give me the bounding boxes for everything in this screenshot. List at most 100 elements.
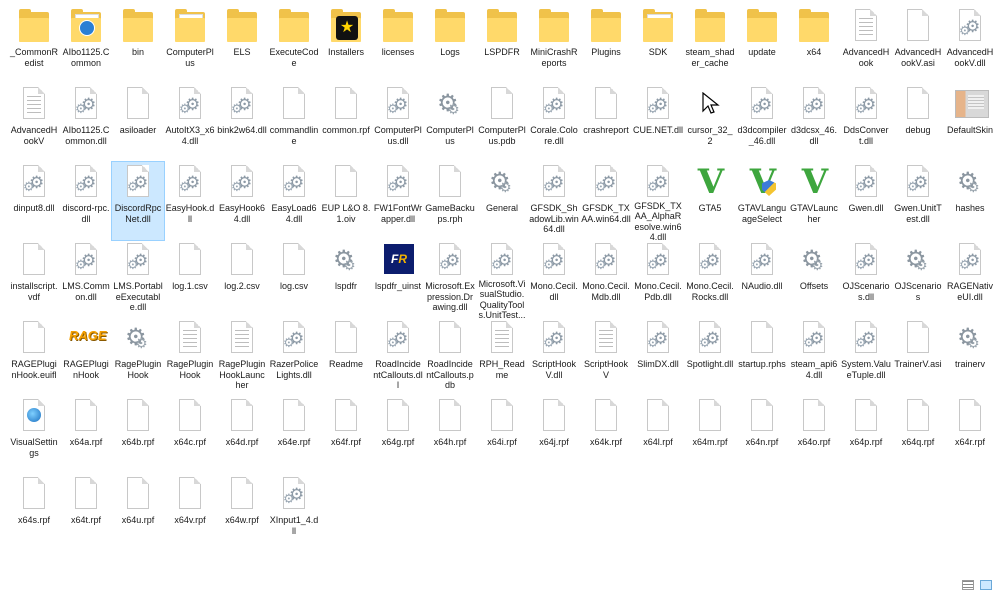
file-item[interactable]: ⚙ ⚙ hashes [944, 162, 996, 240]
file-item[interactable]: ⚙ ⚙ AIbo1125.Common.dll [60, 84, 112, 162]
file-item[interactable]: RoadIncidentCallouts.pdb [424, 318, 476, 396]
file-item[interactable]: Logs [424, 6, 476, 84]
file-item[interactable]: crashreport [580, 84, 632, 162]
file-item[interactable]: ⚙ ⚙ ComputerPlus.dll [372, 84, 424, 162]
file-item[interactable]: ⚙ ⚙ RagePluginHook [112, 318, 164, 396]
file-item[interactable]: MiniCrashReports [528, 6, 580, 84]
file-item[interactable]: debug [892, 84, 944, 162]
file-item[interactable]: log.2.csv [216, 240, 268, 318]
file-item[interactable]: ⚙ ⚙ discord-rpc.dll [60, 162, 112, 240]
file-item[interactable]: ⚙ ⚙ LMS.PortableExecutable.dll [112, 240, 164, 318]
file-item[interactable]: Readme [320, 318, 372, 396]
file-item[interactable]: common.rpf [320, 84, 372, 162]
file-item[interactable]: ⚙ ⚙ steam_api64.dll [788, 318, 840, 396]
file-item[interactable]: ⚙ ⚙ Microsoft.Expression.Drawing.dll [424, 240, 476, 318]
file-item[interactable]: ComputerPlus [164, 6, 216, 84]
file-item[interactable]: ⚙ ⚙ d3dcsx_46.dll [788, 84, 840, 162]
file-item[interactable]: x64b.rpf [112, 396, 164, 474]
file-item[interactable]: x64s.rpf [8, 474, 60, 552]
file-item[interactable]: ⚙ ⚙ GFSDK_TXAA.win64.dll [580, 162, 632, 240]
file-item[interactable]: ⚙ ⚙ Gwen.UnitTest.dll [892, 162, 944, 240]
file-item[interactable]: x64p.rpf [840, 396, 892, 474]
file-item[interactable]: commandline [268, 84, 320, 162]
file-item[interactable]: steam_shader_cache [684, 6, 736, 84]
file-item[interactable]: x64 [788, 6, 840, 84]
file-item[interactable]: EUP L&O 8.1.oiv [320, 162, 372, 240]
file-item[interactable]: ⚙ ⚙ FW1FontWrapper.dll [372, 162, 424, 240]
file-item[interactable]: RAGEPluginHook.euifl [8, 318, 60, 396]
file-item[interactable]: ⚙ ⚙ RAGENativeUI.dll [944, 240, 996, 318]
file-item[interactable]: ⚙ ⚙ DiscordRpcNet.dll [111, 161, 165, 241]
file-item[interactable]: update [736, 6, 788, 84]
file-item[interactable]: ⚙ ⚙ d3dcompiler_46.dll [736, 84, 788, 162]
file-item[interactable]: ⚙ ⚙ XInput1_4.dll [268, 474, 320, 552]
file-item[interactable]: V GTAVLanguageSelect [736, 162, 788, 240]
file-item[interactable]: ⚙ ⚙ LMS.Common.dll [60, 240, 112, 318]
file-item[interactable]: ⚙ ⚙ trainerv [944, 318, 996, 396]
file-item[interactable]: x64m.rpf [684, 396, 736, 474]
file-item[interactable]: x64v.rpf [164, 474, 216, 552]
file-item[interactable]: ⚙ ⚙ Offsets [788, 240, 840, 318]
file-item[interactable]: x64e.rpf [268, 396, 320, 474]
file-item[interactable]: ⚙ ⚙ Spotlight.dll [684, 318, 736, 396]
file-item[interactable]: ⚙ ⚙ lspdfr [320, 240, 372, 318]
file-item[interactable]: x64r.rpf [944, 396, 996, 474]
file-item[interactable]: ⚙ ⚙ GFSDK_ShadowLib.win64.dll [528, 162, 580, 240]
file-item[interactable]: x64l.rpf [632, 396, 684, 474]
file-item[interactable]: ⚙ ⚙ Corale.Colore.dll [528, 84, 580, 162]
file-item[interactable]: ⚙ ⚙ EasyHook.dll [164, 162, 216, 240]
file-item[interactable]: x64q.rpf [892, 396, 944, 474]
file-item[interactable]: RPH_Readme [476, 318, 528, 396]
file-item[interactable]: V GTAVLauncher [788, 162, 840, 240]
file-item[interactable]: x64n.rpf [736, 396, 788, 474]
file-item[interactable]: x64g.rpf [372, 396, 424, 474]
file-item[interactable]: ⚙ ⚙ AutoItX3_x64.dll [164, 84, 216, 162]
file-item[interactable]: ⚙ ⚙ NAudio.dll [736, 240, 788, 318]
file-item[interactable]: log.1.csv [164, 240, 216, 318]
file-item[interactable]: licenses [372, 6, 424, 84]
file-item[interactable]: ⚙ ⚙ ScriptHookV.dll [528, 318, 580, 396]
file-item[interactable]: ⚙ ⚙ bink2w64.dll [216, 84, 268, 162]
file-item[interactable]: ⚙ ⚙ Microsoft.VisualStudio.QualityTools.Un… [476, 240, 528, 318]
file-item[interactable]: DefaultSkin [944, 84, 996, 162]
file-item[interactable]: _CommonRedist [8, 6, 60, 84]
file-item[interactable]: ⚙ ⚙ OJScenarios.dll [840, 240, 892, 318]
file-item[interactable]: VisualSettings [8, 396, 60, 474]
file-item[interactable]: ⚙ ⚙ dinput8.dll [8, 162, 60, 240]
file-item[interactable]: ⚙ ⚙ Mono.Cecil.Pdb.dll [632, 240, 684, 318]
file-item[interactable]: ⚙ ⚙ Mono.Cecil.Rocks.dll [684, 240, 736, 318]
file-item[interactable]: ⚙ ⚙ System.ValueTuple.dll [840, 318, 892, 396]
file-item[interactable]: ⚙ ⚙ EasyLoad64.dll [268, 162, 320, 240]
file-item[interactable]: AdvancedHookV.asi [892, 6, 944, 84]
file-item[interactable]: ComputerPlus.pdb [476, 84, 528, 162]
file-item[interactable]: x64u.rpf [112, 474, 164, 552]
file-item[interactable]: ⚙ ⚙ ComputerPlus [424, 84, 476, 162]
file-item[interactable]: bin [112, 6, 164, 84]
file-item[interactable]: x64f.rpf [320, 396, 372, 474]
file-item[interactable]: ⚙ ⚙ Mono.Cecil.dll [528, 240, 580, 318]
file-item[interactable]: x64a.rpf [60, 396, 112, 474]
file-item[interactable]: cursor_32_2 [684, 84, 736, 162]
file-item[interactable]: ⚙ ⚙ SlimDX.dll [632, 318, 684, 396]
file-item[interactable]: x64d.rpf [216, 396, 268, 474]
file-item[interactable]: ⚙ ⚙ Mono.Cecil.Mdb.dll [580, 240, 632, 318]
file-item[interactable]: ExecuteCode [268, 6, 320, 84]
file-item[interactable]: SDK [632, 6, 684, 84]
file-item[interactable]: log.csv [268, 240, 320, 318]
file-item[interactable]: AdvancedHook [840, 6, 892, 84]
file-item[interactable]: RagePluginHookLauncher [216, 318, 268, 396]
details-view-icon[interactable] [962, 580, 974, 590]
file-item[interactable]: ⚙ ⚙ AdvancedHookV.dll [944, 6, 996, 84]
file-item[interactable]: asiloader [112, 84, 164, 162]
file-item[interactable]: GameBackups.rph [424, 162, 476, 240]
file-item[interactable]: x64t.rpf [60, 474, 112, 552]
file-item[interactable]: x64k.rpf [580, 396, 632, 474]
file-item[interactable]: ELS [216, 6, 268, 84]
file-item[interactable]: ⚙ ⚙ CUE.NET.dll [632, 84, 684, 162]
file-item[interactable]: ScriptHookV [580, 318, 632, 396]
file-item[interactable]: ⚙ ⚙ Gwen.dll [840, 162, 892, 240]
file-item[interactable]: ⚙ ⚙ RoadIncidentCallouts.dll [372, 318, 424, 396]
file-item[interactable]: Plugins [580, 6, 632, 84]
file-item[interactable]: startup.rphs [736, 318, 788, 396]
file-item[interactable]: ⚙ ⚙ GFSDK_TXAA_AlphaResolve.win64.dll [632, 162, 684, 240]
